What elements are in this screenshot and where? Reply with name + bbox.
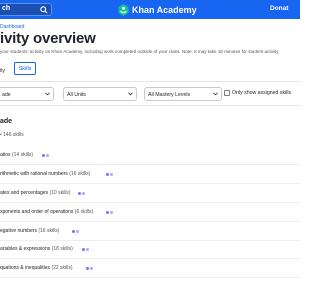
page-description: your students' activity on Khan Academy,… [0, 49, 279, 54]
divider [0, 164, 300, 165]
mastery-dropdown-label: All Mastery Levels [148, 91, 191, 98]
units-dropdown[interactable]: All Units [63, 87, 137, 101]
tab-skills[interactable]: Skills [14, 62, 36, 75]
search-icon [40, 6, 48, 14]
divider [0, 221, 300, 222]
unit-skill-count: (14 skills) [11, 152, 34, 158]
unit-label: atios (14 skills) [0, 152, 33, 158]
unit-name: egative numbers [0, 228, 37, 234]
mastery-progress-dots [78, 191, 85, 195]
divider [0, 81, 300, 82]
units-dropdown-label: All Units [67, 91, 87, 98]
search-label: ch [2, 5, 11, 12]
divider [0, 183, 300, 184]
unit-row[interactable]: ariables & expressions (18 skills) [0, 246, 300, 266]
unit-name: ariables & expressions [0, 246, 51, 252]
top-nav-bar: ch Khan Academy Donat [0, 0, 300, 19]
unit-name: ates and percentages [0, 190, 49, 196]
grade-dropdown-label: ade [2, 91, 11, 98]
donate-link[interactable]: Donat [270, 5, 288, 12]
divider [0, 277, 300, 278]
chevron-down-icon [128, 92, 133, 96]
page-title: ivity overview [0, 30, 96, 47]
search-box[interactable]: ch [0, 3, 52, 16]
mastery-progress-dots [86, 266, 93, 270]
unit-skill-count: (10 skills) [49, 190, 71, 196]
only-assigned-checkbox[interactable] [224, 90, 230, 96]
only-assigned-label[interactable]: Only show assigned skills [232, 90, 291, 96]
grade-dropdown[interactable]: ade [0, 87, 54, 101]
unit-skill-count: (16 skills) [69, 171, 91, 177]
unit-row[interactable]: rithmetic with rational numbers (16 skil… [0, 171, 300, 191]
mastery-progress-dots [42, 153, 49, 157]
unit-label: quations & inequalities (22 skills) [0, 265, 73, 271]
unit-row[interactable]: atios (14 skills) [0, 152, 300, 172]
mastery-progress-dots [106, 210, 113, 214]
unit-name: xponents and order of operations [0, 209, 74, 215]
divider [0, 105, 300, 106]
unit-label: egative numbers (16 skills) [0, 228, 59, 234]
unit-skill-count: (18 skills) [51, 246, 73, 252]
divider [0, 240, 300, 241]
mastery-progress-dots [106, 172, 113, 176]
mastery-progress-dots [82, 247, 89, 251]
unit-skill-count: (16 skills) [38, 228, 60, 234]
divider [0, 258, 300, 259]
unit-label: xponents and order of operations (6 skil… [0, 209, 93, 215]
unit-row[interactable]: egative numbers (16 skills) [0, 228, 300, 248]
unit-name: rithmetic with rational numbers [0, 171, 68, 177]
mastery-progress-dots [72, 229, 79, 233]
grade-skill-count: • 146 skills [0, 132, 24, 138]
tab-activity[interactable]: ity [0, 68, 5, 74]
divider [0, 202, 300, 203]
unit-label: rithmetic with rational numbers (16 skil… [0, 171, 90, 177]
grade-title: ade [0, 118, 13, 125]
chevron-down-icon [45, 92, 50, 96]
unit-label: ates and percentages (10 skills) [0, 190, 71, 196]
khan-academy-brand[interactable]: Khan Academy [118, 3, 197, 16]
chevron-down-icon [213, 92, 218, 96]
khan-academy-logo-icon [118, 3, 129, 16]
unit-skill-count: (22 skills) [51, 265, 73, 271]
unit-name: quations & inequalities [0, 265, 51, 271]
unit-label: ariables & expressions (18 skills) [0, 246, 73, 252]
unit-row[interactable]: ates and percentages (10 skills) [0, 190, 300, 210]
mastery-levels-dropdown[interactable]: All Mastery Levels [144, 87, 222, 101]
unit-row[interactable]: xponents and order of operations (6 skil… [0, 209, 300, 229]
brand-name: Khan Academy [132, 4, 197, 15]
unit-name: atios [0, 152, 11, 158]
unit-skill-count: (6 skills) [74, 209, 94, 215]
unit-row[interactable]: quations & inequalities (22 skills) [0, 265, 300, 285]
